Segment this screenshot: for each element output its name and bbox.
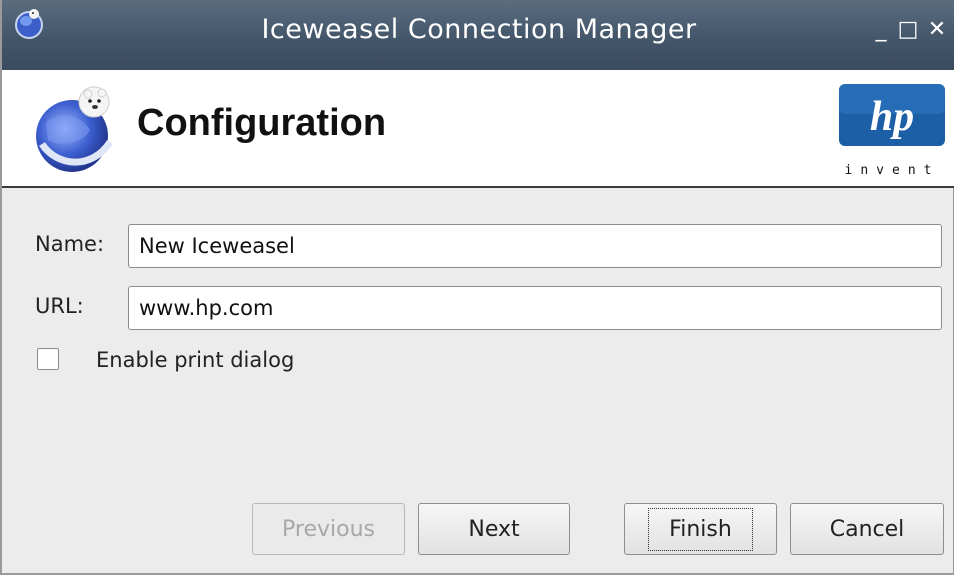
finish-button-label: Finish: [648, 507, 753, 551]
page-title: Configuration: [137, 102, 387, 144]
name-input[interactable]: [128, 224, 942, 268]
cancel-button-label: Cancel: [829, 516, 905, 542]
title-bar[interactable]: Iceweasel Connection Manager _ □ ✕: [2, 0, 954, 70]
next-button-label: Next: [468, 516, 520, 542]
hp-logo: hp invent: [839, 84, 945, 178]
hp-logo-mark: hp: [870, 94, 914, 140]
print-dialog-checkbox[interactable]: [37, 348, 59, 370]
window-title: Iceweasel Connection Manager: [261, 14, 697, 45]
minimize-icon[interactable]: _: [868, 16, 894, 42]
next-button[interactable]: Next: [418, 503, 570, 555]
url-input[interactable]: [128, 286, 942, 330]
previous-button[interactable]: Previous: [252, 503, 405, 555]
iceweasel-logo-icon: [36, 86, 113, 172]
hp-logo-tagline: invent: [845, 163, 940, 178]
connection-manager-window: Iceweasel Connection Manager _ □ ✕ Confi…: [0, 0, 954, 575]
print-dialog-label[interactable]: Enable print dialog: [96, 348, 294, 372]
finish-button[interactable]: Finish: [624, 503, 777, 555]
maximize-icon[interactable]: □: [895, 16, 921, 42]
url-label: URL:: [35, 294, 84, 318]
close-icon[interactable]: ✕: [924, 16, 950, 42]
header-banner: Configuration hp invent: [2, 70, 954, 188]
name-label: Name:: [35, 232, 105, 256]
cancel-button[interactable]: Cancel: [790, 503, 944, 555]
previous-button-label: Previous: [282, 516, 375, 542]
